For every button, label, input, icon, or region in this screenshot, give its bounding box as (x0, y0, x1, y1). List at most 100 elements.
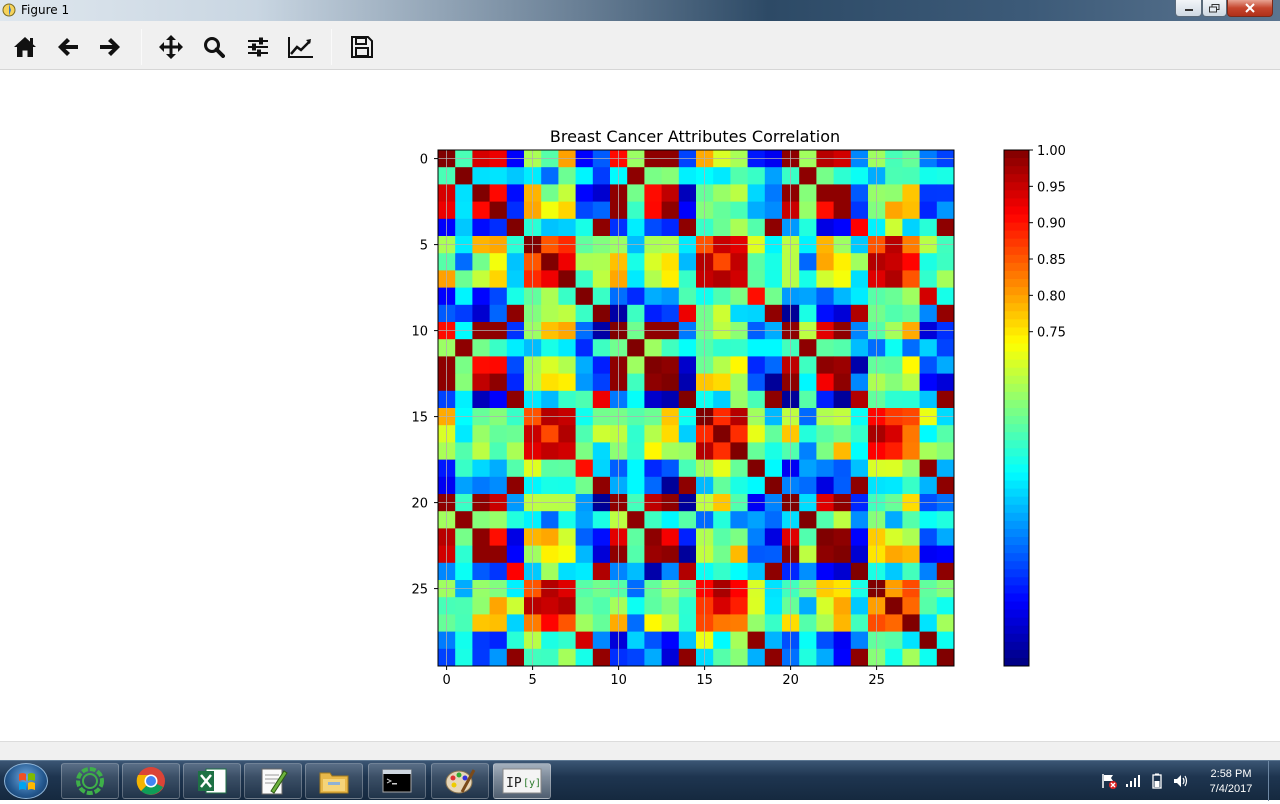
heatmap-cell (936, 373, 955, 392)
heatmap-cell (816, 356, 834, 374)
subplots-button[interactable] (244, 33, 272, 61)
heatmap-cell (592, 648, 611, 667)
taskbar-chrome[interactable] (122, 763, 180, 799)
taskbar-paint[interactable] (431, 763, 489, 799)
heatmap-cell (919, 631, 938, 650)
colorbar-segment (1004, 174, 1029, 183)
heatmap-cell (747, 218, 766, 237)
heatmap-cell (730, 373, 748, 392)
heatmap-cell (575, 218, 594, 237)
heatmap-cell (936, 270, 955, 288)
heatmap-cell (747, 442, 766, 460)
heatmap-cell (627, 511, 645, 529)
heatmap-cell (455, 339, 473, 357)
heatmap-cell (799, 631, 817, 650)
anaconda-icon (76, 767, 104, 795)
heatmap-cell (919, 356, 938, 374)
heatmap-cell (489, 545, 508, 564)
heatmap-cell (936, 528, 955, 546)
heatmap-cell (644, 442, 662, 460)
battery-icon[interactable] (1148, 772, 1166, 790)
heatmap-cell (902, 218, 920, 237)
explorer-icon (319, 772, 349, 794)
save-button[interactable] (348, 33, 376, 61)
pan-button[interactable] (157, 33, 185, 61)
heatmap-cell (936, 442, 955, 460)
colorbar-segment (1004, 359, 1029, 369)
heatmap-cell (661, 597, 680, 615)
colorbar-segment (1004, 311, 1029, 320)
heatmap-cell (747, 356, 766, 374)
heatmap-cell (592, 184, 611, 202)
heatmap-cell (816, 528, 834, 546)
heatmap-cell (558, 167, 576, 185)
heatmap-cell (919, 528, 938, 546)
heatmap-cell (885, 201, 903, 220)
volume-icon[interactable] (1172, 772, 1190, 790)
forward-button[interactable] (96, 33, 124, 61)
correlation-heatmap-chart[interactable]: Breast Cancer Attributes Correlation 0 5 1… (0, 71, 1280, 741)
heatmap-cell (730, 545, 748, 564)
heatmap-cell (885, 167, 903, 185)
heatmap-cell (592, 270, 611, 288)
action-center-flag-icon[interactable] (1100, 772, 1118, 790)
heatmap-cell (764, 201, 783, 220)
close-button[interactable] (1227, 0, 1273, 17)
heatmap-cell (592, 528, 611, 546)
taskbar-notepadpp[interactable] (244, 763, 302, 799)
heatmap-cell (575, 597, 594, 615)
heatmap-cell (902, 184, 920, 202)
heatmap-cell (627, 390, 645, 409)
heatmap-cell (558, 184, 576, 202)
edit-axes-button[interactable] (287, 33, 315, 61)
heatmap-cell (936, 648, 955, 667)
heatmap-cell (489, 201, 508, 220)
heatmap-cell (730, 442, 748, 460)
maximize-button[interactable] (1202, 0, 1227, 17)
taskbar-cmd[interactable] (368, 763, 426, 799)
heatmap-cell (885, 356, 903, 374)
heatmap-cell (575, 545, 594, 564)
heatmap-cell (799, 545, 817, 564)
start-button[interactable] (4, 763, 48, 799)
colorbar-segment (1004, 496, 1029, 506)
zoom-button[interactable] (200, 33, 228, 61)
heatmap-cell (489, 648, 508, 667)
heatmap-cell (592, 459, 611, 478)
heatmap-cell (592, 442, 611, 460)
show-desktop-button[interactable] (1268, 761, 1280, 801)
taskbar-excel[interactable] (183, 763, 241, 799)
heatmap-cell (541, 201, 559, 220)
heatmap-cell (644, 648, 662, 667)
heatmap-cell (472, 184, 490, 202)
heatmap-cell (489, 476, 508, 495)
heatmap-cell (558, 270, 576, 288)
heatmap-cell (575, 614, 594, 632)
taskbar-explorer[interactable] (305, 763, 363, 799)
heatmap-cell (713, 304, 731, 323)
taskbar-ipython[interactable]: IP [y]: (493, 763, 551, 799)
home-button[interactable] (11, 33, 39, 61)
heatmap-cell (678, 614, 697, 632)
back-button[interactable] (54, 33, 82, 61)
heatmap-cell (713, 631, 731, 650)
taskbar-clock[interactable]: 2:58 PM 7/4/2017 (1196, 767, 1266, 797)
heatmap-cell (592, 545, 611, 564)
heatmap-cell (919, 459, 938, 478)
heatmap-cell (885, 459, 903, 478)
heatmap-cell (764, 614, 783, 632)
heatmap-cell (541, 390, 559, 409)
heatmap-cell (799, 304, 817, 323)
colorbar-segment (1004, 472, 1029, 482)
heatmap-cell (678, 167, 697, 185)
heatmap-cell (902, 631, 920, 650)
heatmap-cell (919, 425, 938, 443)
figure-canvas[interactable]: Breast Cancer Attributes Correlation 0 5 1… (0, 71, 1280, 741)
heatmap-cell (919, 511, 938, 529)
colorbar-segment (1004, 488, 1029, 498)
taskbar-anaconda[interactable] (61, 763, 119, 799)
heatmap-cell (644, 218, 662, 237)
heatmap-cell (902, 373, 920, 392)
network-signal-icon[interactable] (1124, 772, 1142, 790)
minimize-button[interactable] (1175, 0, 1202, 17)
